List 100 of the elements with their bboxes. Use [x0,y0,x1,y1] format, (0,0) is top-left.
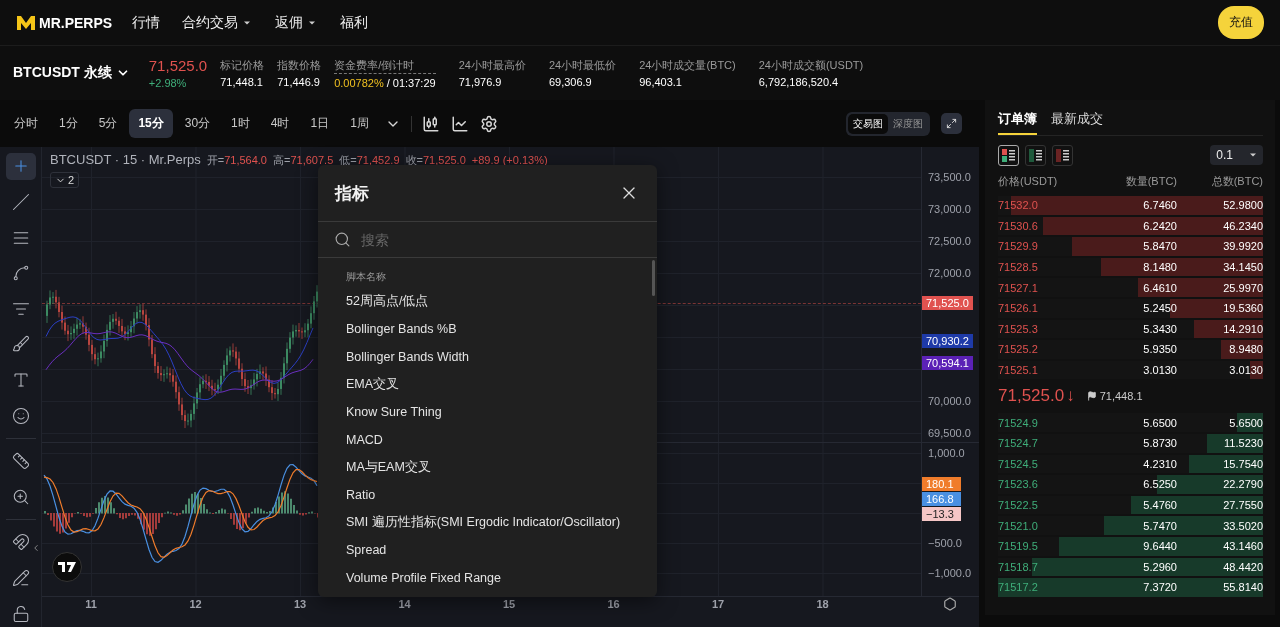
indicator-badge: −13.3 [922,507,961,521]
time-tick: 16 [607,598,620,610]
indicator-item[interactable]: EMA交叉 [346,370,400,399]
mark-price: 71,448.1 [1099,390,1143,403]
amount-cell-text: 6.4610 [1142,281,1177,294]
book-layout-icon [1055,147,1070,163]
interval-tab[interactable]: 1时 [222,109,259,138]
bid-price: 71523.6 [998,478,1039,491]
total-cell-text: 11.5230 [1223,437,1263,450]
ask-price: 71530.6 [998,219,1039,232]
column-header: 总数(BTC) [1210,174,1263,189]
layout-button[interactable] [998,144,1019,166]
indicator-item[interactable]: Spread [346,536,387,564]
indicator-badge: 180.1 [922,477,961,491]
total-cell-text: 48.4420 [1222,560,1263,573]
indicators-toggle[interactable]: 2 [50,172,80,188]
amount-cell-text: 6.7460 [1142,199,1177,212]
scrollbar-thumb[interactable] [652,260,655,296]
layout-button[interactable] [1025,144,1046,166]
indicator-item[interactable]: Bollinger Bands %B [346,315,457,344]
amount-cell-text: 6.5250 [1142,478,1177,491]
stat-value: 71,448.1 [220,76,264,88]
dialog-title: 指标 [335,182,369,205]
layout-button[interactable] [1052,144,1073,166]
indicator-item[interactable]: MA与EAM交叉 [346,453,431,482]
ask-price: 71525.3 [998,322,1039,335]
deposit-button[interactable]: 充值 [1218,6,1264,39]
ohlc-label: 收= [405,154,423,166]
logo-icon [16,14,36,31]
interval-tab[interactable]: 1日 [301,109,339,138]
logo-text: MR.PERPS [39,14,113,31]
price-tick: 73,000.0 [928,203,971,215]
bid-price: 71524.5 [998,457,1039,470]
amount-cell-text: 5.9350 [1142,343,1177,356]
total-cell-text: 22.2790 [1222,478,1263,491]
indicator-item[interactable]: Bollinger Bands Width [346,343,469,371]
stat-label: 24小时最高价 [458,58,526,73]
stat-value: 71,976.9 [458,76,503,88]
interval-tab[interactable]: 4时 [261,109,299,138]
indicator-item[interactable]: Ratio [346,481,376,509]
nav-link[interactable]: 合约交易 [182,13,254,32]
interval-tab[interactable]: 1周 [341,109,378,138]
price-tick: 72,500.0 [928,235,971,247]
view-tab[interactable]: 交易图 [848,113,888,134]
precision-select[interactable]: 0.1 [1210,145,1263,165]
mid-price: 71,525.0 [998,386,1065,407]
interval-tab[interactable]: 1分 [50,109,87,138]
indicator-item[interactable]: MACD [346,425,383,454]
interval-tab[interactable]: 15分 [129,109,173,138]
total-cell-text: 3.0130 [1228,364,1263,377]
book-tab[interactable]: 最新成交 [1051,110,1103,135]
bid-price: 71524.9 [998,416,1039,429]
amount-cell-text: 5.8730 [1142,437,1177,450]
time-tick: 18 [816,598,829,610]
book-tab[interactable]: 订单簿 [998,110,1037,135]
total-cell-text: 19.5360 [1222,302,1263,315]
interval-tab[interactable]: 分时 [5,109,47,138]
interval-tab[interactable]: 5分 [89,109,127,138]
ohlc-value: 71,564.0 [224,154,267,166]
price-badge: 70,594.1 [922,355,973,370]
indicator-item[interactable]: SMI 遍历性指标(SMI Ergodic Indicator/Oscillator) [346,508,621,537]
ohlc-value: 71,525.0 [422,154,466,166]
column-header: 价格(USDT) [998,174,1059,189]
symbol-selector[interactable]: BTCUSDT 永续 [13,64,130,82]
total-cell-text: 5.6500 [1228,416,1263,429]
search-field[interactable]: 搜索 [359,230,641,249]
total-cell-text: 52.9800 [1222,199,1263,212]
stat-label: 24小时成交额(USDT) [758,58,864,73]
stat-label: 24小时最低价 [548,58,617,73]
indicator-item[interactable]: Know Sure Thing [346,398,442,426]
nav-link[interactable]: 返佣 [275,13,319,32]
section-label: 脚本名称 [346,270,386,284]
ohlc-value: 71,452.9 [356,154,400,166]
price-tick: 70,000.0 [928,395,971,407]
time-tick: 15 [502,598,516,610]
fullscreen-button[interactable] [941,113,962,134]
column-header: 数量(BTC) [1124,174,1177,189]
amount-cell-text: 5.3430 [1142,322,1177,335]
chart-settings-icon[interactable] [943,597,957,611]
bid-price: 71518.7 [998,560,1039,573]
nav-link[interactable]: 行情 [132,13,161,32]
collapse-icon[interactable] [31,543,41,553]
indicator-tick: 1,000.0 [928,447,965,459]
funding-rate: 0.00782% [334,76,384,89]
flag-icon [1086,391,1097,402]
bid-price: 71521.0 [998,519,1039,532]
indicator-item[interactable]: Volume Profile Fixed Range [346,563,501,592]
amount-cell-text: 5.2960 [1142,560,1177,573]
ohlc-value: 71,607.5 [290,154,334,166]
price-badge: 70,930.2 [922,334,973,349]
view-tab[interactable]: 深度图 [888,113,928,134]
indicator-tick: −1,000.0 [928,567,972,579]
crosshair-icon[interactable] [5,153,36,180]
interval-tab[interactable]: 30分 [175,109,220,138]
indicator-item[interactable]: 52周高点/低点 [346,288,429,316]
price-tick: 69,500.0 [928,427,971,439]
amount-cell-text: 5.7470 [1142,519,1177,532]
book-layout-icon [1028,147,1043,163]
total-cell-text: 27.7550 [1222,499,1263,511]
nav-link[interactable]: 福利 [340,13,369,32]
